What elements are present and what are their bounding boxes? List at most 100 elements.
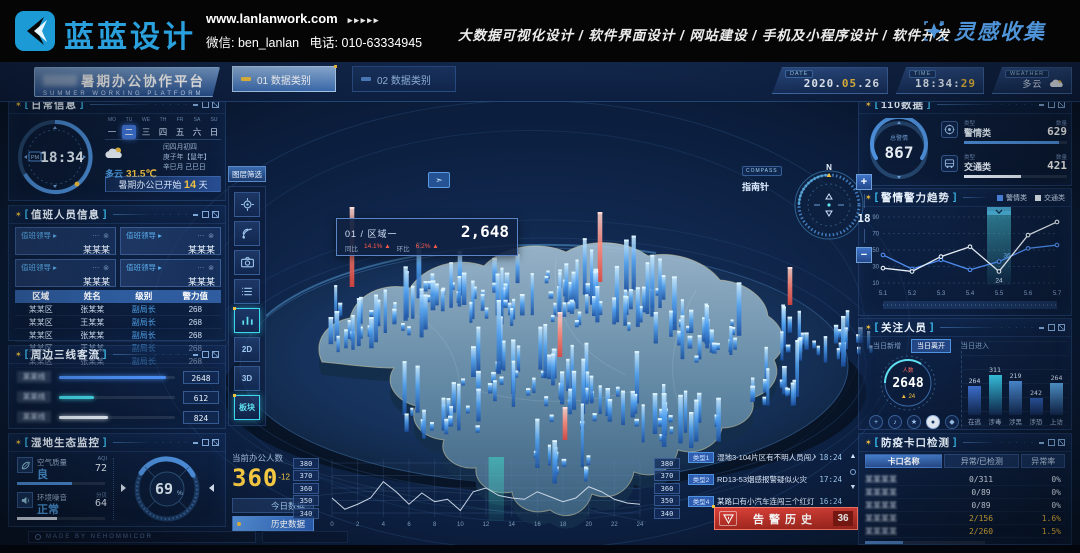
redacted-city-name (43, 75, 77, 86)
alert-item[interactable]: 类型2RD13-53烟感报警疑似火灾17:24 (688, 472, 842, 486)
gauge-right-arrow[interactable] (209, 484, 214, 492)
location-layer-icon[interactable] (234, 192, 260, 217)
expand-icon[interactable] (212, 101, 219, 108)
focus-tab-1[interactable]: 当日新增 (867, 339, 907, 353)
gauge-left-arrow[interactable] (121, 484, 126, 492)
camera-layer-icon[interactable] (234, 250, 260, 275)
focus-bar-chart: 264在逃311涉毒219涉黑242涉恐264上访 (961, 341, 1067, 427)
card-more-icon[interactable]: ⋯ ⊗ (92, 232, 110, 240)
barchart-layer-icon[interactable] (234, 308, 260, 333)
weekday-cell: WE三 (139, 117, 153, 139)
tab-data-category-2[interactable]: 02 数据类别 (352, 66, 456, 92)
zoom-out-button[interactable]: − (856, 247, 872, 263)
alert-history-banner[interactable]: 告警历史 36 (714, 507, 858, 530)
date-segment: DATE 2020.05.26 (772, 67, 888, 94)
scroll-down-icon[interactable]: ▼ (850, 484, 857, 491)
focus-bar-value: 242 (1030, 389, 1043, 397)
bracket: [ (25, 209, 28, 220)
duty-cell: 副局长 (118, 303, 170, 315)
duty-col-header: 警力值 (170, 290, 222, 303)
list-layer-icon[interactable] (234, 279, 260, 304)
checkpoint-col-header[interactable]: 异常率 (1021, 454, 1065, 468)
window-icon[interactable] (1048, 439, 1055, 446)
window-icon[interactable] (1048, 101, 1055, 108)
minimize-icon[interactable] (1038, 324, 1045, 331)
svg-text:24: 24 (995, 277, 1003, 284)
scrollbar-thumb[interactable] (865, 541, 903, 544)
expand-icon[interactable] (212, 351, 219, 358)
bracket: [ (875, 322, 878, 333)
svg-text:24: 24 (637, 522, 644, 528)
window-icon[interactable] (202, 351, 209, 358)
svg-text:30: 30 (872, 265, 879, 271)
scroll-dot-icon[interactable] (850, 469, 856, 475)
scrollbar-track[interactable] (865, 541, 985, 544)
layer-button-板块[interactable]: 板块 (234, 395, 260, 420)
panel-focus-personnel: ✶[ 关注人员 ] · · · · · 当日新增当日离开当日进入 人数 2648… (858, 318, 1072, 430)
plus-icon[interactable]: + (869, 415, 883, 429)
weekday-cell: TU二 (122, 117, 136, 139)
focus-bar-label: 上访 (1050, 416, 1063, 426)
card-more-icon[interactable]: ⋯ ⊗ (197, 232, 215, 240)
star-icon[interactable]: ★ (907, 415, 921, 429)
focus-bar: 311涉毒 (989, 375, 1002, 415)
window-icon[interactable] (202, 439, 209, 446)
zoom-line (864, 229, 865, 243)
corner-tick (775, 68, 779, 72)
focus-tab-2[interactable]: 当日离开 (911, 339, 951, 353)
expand-icon[interactable] (212, 211, 219, 218)
date-month: 05 (842, 77, 857, 90)
minimize-icon[interactable] (1038, 101, 1045, 108)
minimize-icon[interactable] (192, 101, 199, 108)
window-icon[interactable] (202, 211, 209, 218)
minimize-icon[interactable] (192, 351, 199, 358)
header-dots: · · · · · (1000, 102, 1035, 108)
minimize-icon[interactable] (192, 211, 199, 218)
focus-bar: 264上访 (1050, 383, 1063, 415)
focus-bar: 242涉恐 (1030, 398, 1043, 415)
layer-filter-buttons: 2D 3D 板块 (228, 186, 266, 426)
svg-text:90: 90 (872, 215, 879, 221)
dot-icon[interactable]: ● (926, 415, 940, 429)
music-icon[interactable]: ♪ (888, 415, 902, 429)
signal-layer-icon[interactable] (234, 221, 260, 246)
svg-text:22: 22 (611, 522, 618, 528)
focus-bar-fill (968, 386, 981, 415)
map-marker-icon[interactable]: ➣ (428, 172, 450, 188)
checkpoint-col-header[interactable]: 卡口名称 (865, 454, 942, 468)
checkpoint-col-header[interactable]: 异常/已检测 (944, 454, 1019, 468)
tab-data-category-1[interactable]: 01 数据类别 (232, 66, 336, 92)
diamond-icon[interactable]: ◆ (945, 415, 959, 429)
layer-button-2d[interactable]: 2D (234, 337, 260, 362)
legend-label: 警情类 (1006, 193, 1027, 203)
layer-button-3d[interactable]: 3D (234, 366, 260, 391)
weekday-cell: TH四 (156, 117, 170, 139)
alert-history-count: 36 (833, 511, 853, 526)
expand-icon[interactable] (1058, 439, 1065, 446)
weekday-en: TU (122, 117, 136, 123)
collect-label: 灵感收集 (954, 16, 1046, 46)
svg-text:5.4: 5.4 (966, 291, 975, 297)
zoom-in-button[interactable]: + (856, 174, 872, 190)
banner-suffix: 天 (196, 180, 208, 190)
scroll-up-icon[interactable]: ▲ (850, 453, 857, 460)
expand-icon[interactable] (212, 439, 219, 446)
sparkle-star-icon (922, 19, 946, 43)
flow-bar-fill (59, 416, 108, 419)
minimize-icon[interactable] (192, 439, 199, 446)
digital-clock: PM 18:34 (15, 117, 95, 197)
window-icon[interactable] (202, 101, 209, 108)
week-row: MO一TU二WE三TH四FR五SA六SU日 (105, 117, 221, 139)
table-row: 某某区张某某副局长268 (15, 303, 221, 316)
window-icon[interactable] (1048, 324, 1055, 331)
expand-icon[interactable] (1058, 101, 1065, 108)
alert-item[interactable]: 类型1湿地3-104片区有不明人员闯入18:24 (688, 450, 842, 464)
header-dots: · · · · · (154, 352, 189, 358)
compass-label-en: COMPASS (742, 166, 782, 176)
card-more-icon[interactable]: ⋯ ⊗ (197, 264, 215, 272)
minimize-icon[interactable] (1038, 439, 1045, 446)
alert-scroll-arrows: ▲ ▼ (847, 453, 859, 491)
card-more-icon[interactable]: ⋯ ⊗ (92, 264, 110, 272)
expand-icon[interactable] (1058, 324, 1065, 331)
checkpoint-rate: 0% (1019, 486, 1065, 498)
